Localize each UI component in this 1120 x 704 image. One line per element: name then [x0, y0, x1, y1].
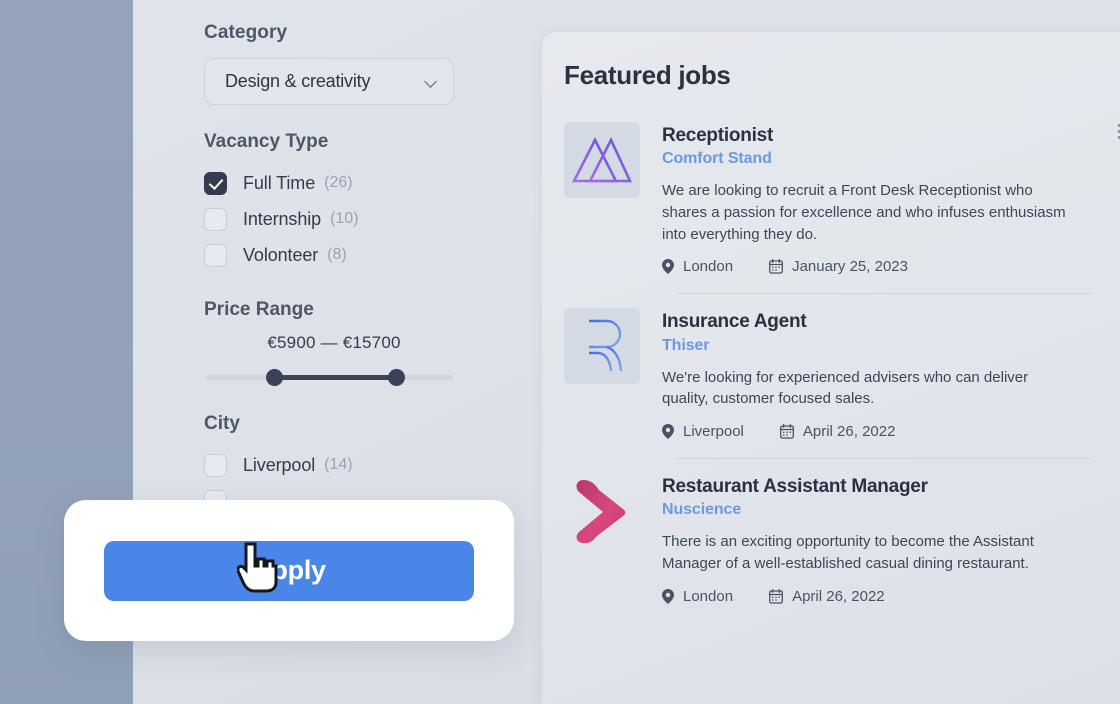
category-select[interactable]: Design & creativity — [204, 58, 454, 105]
checkbox-row-liverpool[interactable]: Liverpool (14) — [204, 447, 464, 483]
job-body: Insurance Agent Thiser We're looking for… — [662, 308, 1120, 440]
job-description: We are looking to recruit a Front Desk R… — [662, 182, 1066, 243]
featured-jobs-panel: Featured jobs Receptionist Comfort Stand… — [542, 32, 1120, 704]
category-heading: Category — [204, 22, 288, 43]
chevron-down-icon — [425, 77, 439, 86]
checkbox-label-full-time: Full Time — [243, 172, 316, 193]
job-title: Restaurant Assistant Manager — [662, 476, 928, 498]
letter-r-monogram-logo — [564, 308, 640, 385]
price-range-heading: Price Range — [204, 299, 314, 320]
slider-handle-max[interactable] — [388, 369, 405, 386]
job-list: Receptionist Comfort Stand We are lookin… — [542, 108, 1120, 605]
filters-sidebar: Category Design & creativity Vacancy Typ… — [204, 22, 464, 519]
job-date-text: April 26, 2022 — [792, 587, 885, 605]
job-location: Liverpool — [662, 423, 744, 440]
category-select-value: Design & creativity — [225, 71, 371, 91]
job-company-link[interactable]: Thiser — [662, 337, 1120, 355]
job-body: Restaurant Assistant Manager Nuscience T… — [662, 473, 1120, 605]
checkbox-count-full-time: (26) — [324, 174, 353, 191]
price-range-slider[interactable] — [206, 367, 454, 387]
job-description: We're looking for experienced advisers w… — [662, 368, 1029, 408]
pink-chevron-logo — [564, 473, 640, 549]
job-date-text: April 26, 2022 — [802, 423, 896, 441]
price-range-group: Price Range €5900 — €15700 — [204, 299, 464, 387]
job-location-text: Liverpool — [683, 423, 744, 441]
checkbox-count-volonteer: (8) — [327, 246, 347, 263]
checkbox-label-liverpool: Liverpool — [243, 454, 316, 475]
job-location: London — [662, 588, 733, 605]
vacancy-type-group: Vacancy Type Full Time (26) Internship (… — [204, 131, 464, 273]
job-description: There is an exciting opportunity to beco… — [662, 533, 1034, 573]
slider-fill — [274, 375, 396, 380]
checkbox-count-internship: (10) — [330, 210, 359, 227]
job-location-text: London — [683, 587, 734, 605]
overlapping-triangles-logo — [564, 122, 640, 198]
apply-overlay-card: Apply — [64, 500, 514, 641]
calendar-icon — [769, 588, 784, 604]
featured-jobs-title: Featured jobs — [564, 60, 731, 90]
job-meta: London April 26, 2022 — [662, 588, 1120, 605]
job-date-text: January 25, 2023 — [792, 258, 908, 276]
checkbox-liverpool[interactable] — [204, 453, 227, 477]
map-pin-icon — [662, 259, 674, 275]
apply-button[interactable]: Apply — [104, 540, 474, 601]
price-range-value: €5900 — €15700 — [267, 333, 401, 352]
checkbox-label-volonteer: Volonteer — [243, 244, 319, 265]
job-date: April 26, 2022 — [769, 588, 885, 605]
job-body: Receptionist Comfort Stand We are lookin… — [662, 122, 1120, 275]
job-meta: London January 25, 2023 — [662, 258, 1120, 275]
job-location: London — [662, 258, 733, 275]
city-heading: City — [204, 413, 240, 434]
job-date: April 26, 2022 — [779, 423, 896, 441]
vacancy-type-heading: Vacancy Type — [204, 131, 329, 152]
map-pin-icon — [662, 588, 674, 604]
checkbox-label-internship: Internship — [243, 208, 322, 229]
job-card-restaurant-assistant-manager[interactable]: Restaurant Assistant Manager Nuscience T… — [542, 459, 1120, 605]
job-card-receptionist[interactable]: Receptionist Comfort Stand We are lookin… — [542, 108, 1120, 275]
checkbox-internship[interactable] — [204, 207, 227, 231]
checkbox-volonteer[interactable] — [204, 243, 227, 267]
calendar-icon — [769, 259, 784, 275]
slider-handle-min[interactable] — [266, 369, 283, 386]
checkbox-count-liverpool: (14) — [324, 456, 353, 473]
job-date: January 25, 2023 — [769, 258, 908, 275]
job-card-insurance-agent[interactable]: Insurance Agent Thiser We're looking for… — [542, 294, 1120, 440]
job-meta: Liverpool April 26, 2022 — [662, 423, 1120, 440]
job-company-link[interactable]: Nuscience — [662, 501, 1120, 519]
checkbox-row-volonteer[interactable]: Volonteer (8) — [204, 237, 464, 273]
job-company-link[interactable]: Comfort Stand — [662, 150, 1120, 168]
screen-root: Category Design & creativity Vacancy Typ… — [0, 0, 1120, 704]
map-pin-icon — [662, 424, 674, 440]
checkbox-row-internship[interactable]: Internship (10) — [204, 201, 464, 237]
calendar-icon — [779, 424, 794, 439]
job-title: Insurance Agent — [662, 311, 807, 333]
job-title: Receptionist — [662, 125, 774, 146]
job-location-text: London — [683, 258, 734, 276]
checkbox-full-time[interactable] — [204, 171, 227, 195]
checkbox-row-full-time[interactable]: Full Time (26) — [204, 165, 464, 201]
